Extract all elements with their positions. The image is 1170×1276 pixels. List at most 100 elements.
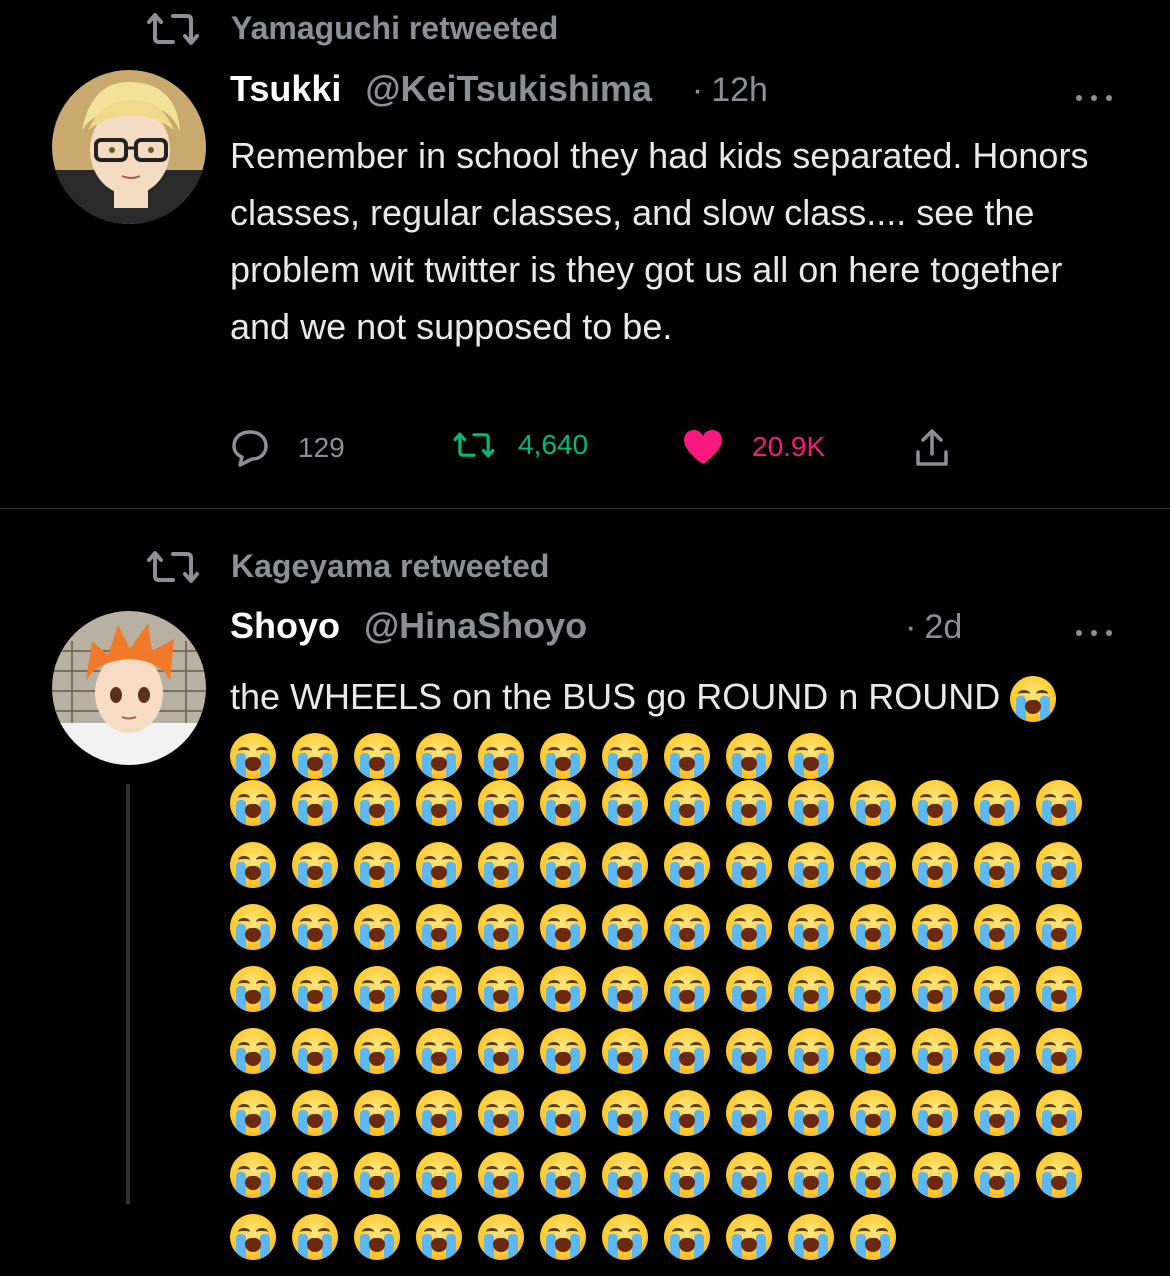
loudly-crying-face-icon [416,1028,462,1074]
loudly-crying-face-icon [1036,1028,1082,1074]
loudly-crying-face-icon [540,733,586,780]
loudly-crying-face-icon [1036,1090,1082,1136]
retweet-context[interactable]: Kageyama retweeted [145,548,549,585]
loudly-crying-face-icon [292,1152,338,1198]
loudly-crying-face-icon [354,733,400,780]
loudly-crying-face-icon [416,780,462,826]
loudly-crying-face-icon [602,842,648,888]
loudly-crying-face-icon [726,904,772,950]
avatar-image [52,70,206,224]
loudly-crying-face-icon [664,1214,710,1260]
loudly-crying-face-icon [788,842,834,888]
reply-button[interactable]: 129 [230,428,345,468]
share-button[interactable] [914,428,950,468]
tweet-header: Shoyo @HinaShoyo · 2d [230,605,962,647]
loudly-crying-face-icon [974,966,1020,1012]
loudly-crying-face-icon [292,842,338,888]
loudly-crying-face-icon [602,733,648,780]
loudly-crying-face-icon [292,780,338,826]
avatar[interactable] [52,611,206,765]
loudly-crying-face-icon [602,1090,648,1136]
loudly-crying-face-icon [912,780,958,826]
loudly-crying-face-icon [788,1028,834,1074]
loudly-crying-face-icon [478,904,524,950]
tweet-text: the WHEELS on the BUS go ROUND n ROUND [230,668,1130,782]
retweet-button[interactable]: 4,640 [452,428,588,462]
loudly-crying-face-icon [664,1090,710,1136]
loudly-crying-face-icon [912,842,958,888]
avatar[interactable] [52,70,206,224]
emoji-grid [230,780,1130,1276]
loudly-crying-face-icon [912,1152,958,1198]
retweet-count: 4,640 [518,429,589,460]
loudly-crying-face-icon [478,733,524,780]
loudly-crying-face-icon [540,1090,586,1136]
loudly-crying-face-icon [788,780,834,826]
emoji-row [230,842,1130,904]
loudly-crying-face-icon [478,1152,524,1198]
loudly-crying-face-icon [974,1028,1020,1074]
loudly-crying-face-icon [540,1214,586,1260]
loudly-crying-face-icon [540,780,586,826]
loudly-crying-face-icon [354,1214,400,1260]
loudly-crying-face-icon [974,780,1020,826]
loudly-crying-face-icon [540,966,586,1012]
loudly-crying-face-icon [726,1214,772,1260]
loudly-crying-face-icon [726,966,772,1012]
loudly-crying-face-icon [292,1214,338,1260]
loudly-crying-face-icon [664,904,710,950]
loudly-crying-face-icon [230,1090,276,1136]
loudly-crying-face-icon [664,733,710,780]
loudly-crying-face-icon [478,1090,524,1136]
loudly-crying-face-icon [788,733,834,780]
retweet-context[interactable]: Yamaguchi retweeted [145,10,558,47]
loudly-crying-face-icon [230,1214,276,1260]
tweet-2[interactable]: Kageyama retweeted Shoyo @HinaShoyo · 2d… [0,508,1170,1260]
retweeted-by-label: Yamaguchi retweeted [231,10,559,46]
loudly-crying-face-icon [230,780,276,826]
user-handle[interactable]: @HinaShoyo [364,605,587,647]
loudly-crying-face-icon [1010,676,1057,723]
emoji-row [230,1028,1130,1090]
display-name[interactable]: Shoyo [230,605,340,647]
loudly-crying-face-icon [602,1152,648,1198]
loudly-crying-face-icon [850,1028,896,1074]
loudly-crying-face-icon [974,1152,1020,1198]
emoji-row [230,780,1130,842]
loudly-crying-face-icon [230,966,276,1012]
tweet-text-content: the WHEELS on the BUS go ROUND n ROUND [230,676,1001,717]
user-handle[interactable]: @KeiTsukishima [365,68,652,110]
loudly-crying-face-icon [230,904,276,950]
separator-dot: · [905,608,917,646]
loudly-crying-face-icon [664,1028,710,1074]
loudly-crying-face-icon [850,904,896,950]
timestamp[interactable]: 12h [711,71,768,110]
loudly-crying-face-icon [788,966,834,1012]
like-button[interactable]: 20.9K [682,428,825,466]
loudly-crying-face-icon [1036,1152,1082,1198]
timestamp[interactable]: 2d [924,608,962,647]
display-name[interactable]: Tsukki [230,68,341,110]
loudly-crying-face-icon [478,966,524,1012]
more-icon[interactable] [1076,628,1112,638]
loudly-crying-face-icon [974,842,1020,888]
loudly-crying-face-icon [664,966,710,1012]
loudly-crying-face-icon [354,966,400,1012]
emoji-row [230,1152,1130,1214]
emoji-row [230,904,1130,966]
loudly-crying-face-icon [416,842,462,888]
loudly-crying-face-icon [230,1152,276,1198]
loudly-crying-face-icon [602,1214,648,1260]
emoji-row [230,1214,1130,1276]
loudly-crying-face-icon [1036,904,1082,950]
loudly-crying-face-icon [850,1152,896,1198]
loudly-crying-face-icon [1036,842,1082,888]
loudly-crying-face-icon [292,733,338,780]
tweet-1[interactable]: Yamaguchi retweeted Tsukki @KeiTsukishim… [0,0,1170,508]
more-icon[interactable] [1076,93,1112,103]
loudly-crying-face-icon [230,1028,276,1074]
loudly-crying-face-icon [416,904,462,950]
tweet-actions: 129 4,640 20.9K [230,428,970,472]
loudly-crying-face-icon [416,1152,462,1198]
like-count: 20.9K [752,431,826,462]
